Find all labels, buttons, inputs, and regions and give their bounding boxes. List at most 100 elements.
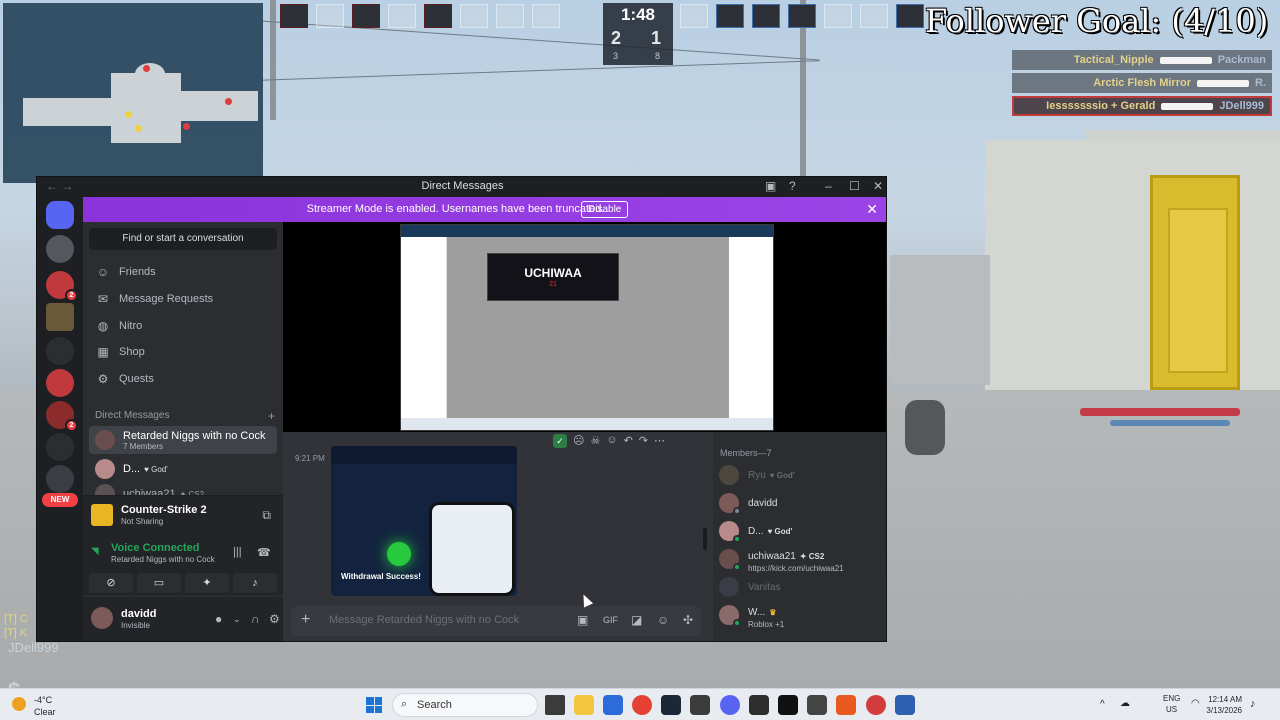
- chevron-down-icon[interactable]: ⌄: [233, 614, 241, 625]
- success-glow: [387, 542, 411, 566]
- close-button[interactable]: ✕: [873, 179, 883, 193]
- quests-icon: ⚙: [97, 372, 109, 386]
- nav-shop[interactable]: ▦ Shop: [89, 340, 277, 364]
- weather-desc: Clear: [34, 707, 56, 717]
- discord-home-icon[interactable]: [46, 201, 74, 229]
- nav-friends[interactable]: ☺ Friends: [89, 260, 277, 284]
- tray-icon[interactable]: ☁: [1120, 698, 1130, 709]
- checkmark-icon[interactable]: ✓: [553, 434, 567, 448]
- minimap-area: [23, 98, 118, 126]
- steam-icon[interactable]: [661, 695, 681, 715]
- microphone-icon[interactable]: ●: [215, 612, 222, 626]
- apps-icon[interactable]: ✣: [683, 613, 693, 627]
- victim-name: Packman: [1217, 54, 1266, 66]
- server-icon[interactable]: [46, 433, 74, 461]
- add-reaction-icon[interactable]: ☺: [606, 434, 617, 448]
- message-image[interactable]: Withdrawal Success!: [331, 446, 517, 596]
- attach-plus-icon[interactable]: +: [301, 611, 310, 629]
- server-icon[interactable]: 2: [46, 401, 78, 432]
- victim-name: JDell999: [1219, 100, 1264, 112]
- close-banner-icon[interactable]: ✕: [866, 201, 878, 218]
- language-indicator[interactable]: ENG: [1163, 694, 1180, 703]
- server-icon[interactable]: [46, 235, 74, 263]
- member-item[interactable]: Vanitas: [719, 574, 884, 600]
- app-icon[interactable]: [690, 695, 710, 715]
- rifle-icon: [1159, 56, 1212, 64]
- create-dm-icon[interactable]: +: [268, 409, 275, 423]
- emoji-icon[interactable]: ☺: [657, 613, 669, 627]
- reply-icon[interactable]: ↶: [624, 434, 633, 448]
- gear-icon[interactable]: ⚙: [269, 612, 280, 626]
- server-icon[interactable]: [46, 369, 74, 397]
- avatar[interactable]: [91, 607, 113, 629]
- clock[interactable]: 12:14 AM 3/13/2026: [1198, 694, 1242, 716]
- user-tag-text: God': [774, 526, 793, 536]
- browser-right-panel: [729, 237, 773, 418]
- member-item[interactable]: uchiwaa21 ✦ CS2 https://kick.com/uchiwaa2…: [719, 546, 884, 573]
- gift-icon[interactable]: ▣: [577, 613, 588, 627]
- message-input[interactable]: [329, 614, 529, 626]
- noise-suppression-icon[interactable]: |||: [233, 546, 242, 558]
- sticker-icon[interactable]: ◪: [631, 613, 642, 627]
- discord-icon[interactable]: [720, 695, 740, 715]
- server-icon[interactable]: [46, 303, 74, 331]
- find-conversation-button[interactable]: Find or start a conversation: [89, 228, 277, 250]
- minimize-button[interactable]: –: [825, 179, 832, 193]
- killer-name: Iesssssssio + Gerald: [1046, 100, 1156, 112]
- counter-strike-taskbar-icon[interactable]: [895, 695, 915, 715]
- app-icon[interactable]: [778, 695, 798, 715]
- headphones-icon[interactable]: ∩: [251, 612, 260, 626]
- language-region: US: [1166, 705, 1178, 714]
- server-icon[interactable]: [46, 465, 74, 493]
- nav-message-requests[interactable]: ✉ Message Requests: [89, 287, 277, 311]
- chevron-up-icon[interactable]: ^: [1100, 699, 1105, 710]
- dm-item[interactable]: D... ♥ God': [89, 455, 277, 483]
- member-activity: https://kick.com/uchiwaa21: [748, 563, 844, 573]
- team-t-portraits: [280, 4, 560, 28]
- help-icon[interactable]: ?: [789, 179, 796, 193]
- maximize-button[interactable]: ☐: [849, 179, 860, 193]
- disconnect-icon[interactable]: ☎: [257, 546, 271, 559]
- more-icon[interactable]: ⋯: [654, 434, 665, 448]
- emoji-reaction-icon[interactable]: ☹: [573, 434, 584, 448]
- share-screen-icon[interactable]: ⧉: [262, 508, 271, 523]
- nav-label: Friends: [119, 266, 156, 278]
- activity-voice-panel: Counter-Strike 2 Not Sharing ⧉ ◥ Voice C…: [83, 495, 283, 595]
- crown-icon: ♛: [769, 607, 777, 617]
- member-item[interactable]: Ryu ♥ God': [719, 462, 884, 488]
- dm-item-group[interactable]: Retarded Niggs with no Cock 7 Members: [89, 426, 277, 454]
- scrollbar[interactable]: [703, 528, 707, 550]
- server-icon[interactable]: [46, 337, 74, 365]
- user-tag: ♥ God': [767, 526, 793, 536]
- app-icon[interactable]: [749, 695, 769, 715]
- taskbar-search[interactable]: ⌕ Search: [392, 693, 538, 717]
- app-icon[interactable]: [836, 695, 856, 715]
- activities-button[interactable]: ✦: [185, 573, 229, 593]
- store-icon[interactable]: [603, 695, 623, 715]
- member-item[interactable]: W... ♛ Roblox +1: [719, 602, 884, 629]
- member-item[interactable]: davidd: [719, 490, 884, 516]
- nav-nitro[interactable]: ◍ Nitro: [89, 314, 277, 338]
- inbox-icon[interactable]: ▣: [765, 179, 776, 193]
- forward-icon[interactable]: ↷: [639, 434, 648, 448]
- start-button[interactable]: [366, 697, 382, 713]
- stream-viewer[interactable]: UCHIWAA 21: [283, 222, 886, 432]
- notification-bell-icon[interactable]: ♪: [1250, 698, 1256, 710]
- member-item[interactable]: D... ♥ God': [719, 518, 884, 544]
- new-unreads-pill[interactable]: NEW: [42, 493, 78, 507]
- chrome-icon[interactable]: [632, 695, 652, 715]
- file-explorer-icon[interactable]: [574, 695, 594, 715]
- nav-quests[interactable]: ⚙ Quests: [89, 367, 277, 391]
- game-sharing-status: Not Sharing: [121, 517, 164, 526]
- app-icon[interactable]: [807, 695, 827, 715]
- server-icon[interactable]: 2: [46, 271, 78, 302]
- skull-icon[interactable]: ☠: [590, 434, 600, 448]
- player-body: [905, 400, 945, 455]
- task-view-icon[interactable]: [545, 695, 565, 715]
- app-icon[interactable]: [866, 695, 886, 715]
- gif-icon[interactable]: GIF: [603, 615, 618, 625]
- screen-share-button[interactable]: ▭: [137, 573, 181, 593]
- disable-streamer-mode-button[interactable]: Disable: [581, 201, 629, 218]
- camera-off-button[interactable]: ⊘: [89, 573, 133, 593]
- soundboard-button[interactable]: ♪: [233, 573, 277, 593]
